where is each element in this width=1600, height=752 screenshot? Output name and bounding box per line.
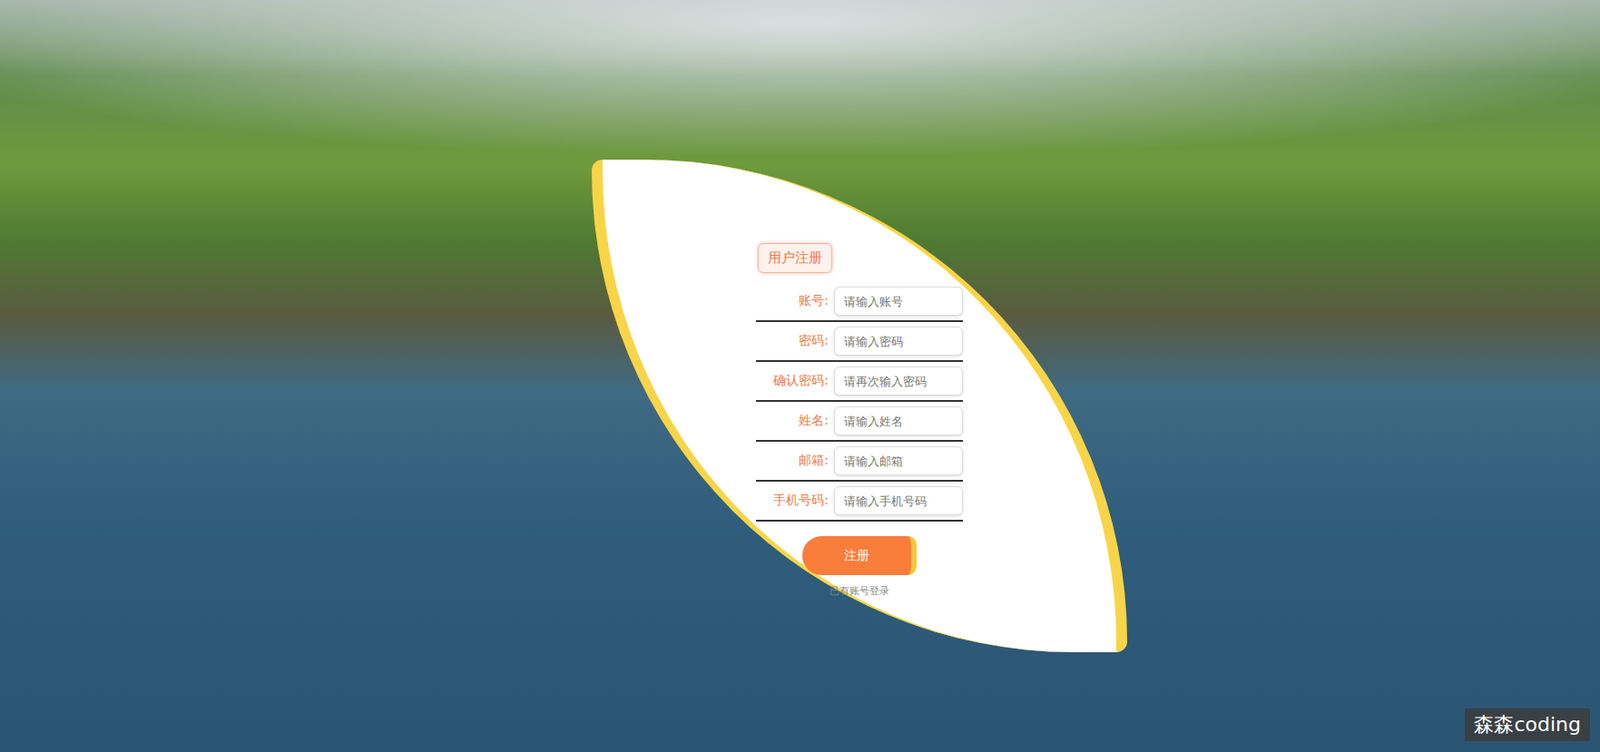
register-form: 账号: 密码: 确认密码: 姓名: 邮箱: 手机号码: — [755, 282, 963, 522]
form-row: 姓名: — [755, 402, 963, 442]
watermark: 森森coding — [1464, 708, 1591, 742]
field-label: 确认密码: — [755, 373, 829, 390]
form-row: 确认密码: — [755, 362, 963, 403]
field-input[interactable] — [834, 366, 963, 396]
form-row: 密码: — [755, 322, 963, 363]
field-input[interactable] — [834, 486, 963, 516]
field-input[interactable] — [834, 406, 963, 436]
field-label: 密码: — [755, 333, 829, 350]
field-label: 账号: — [755, 293, 829, 310]
field-input[interactable] — [834, 446, 963, 476]
field-label: 邮箱: — [755, 452, 829, 470]
register-button[interactable]: 注册 — [802, 536, 917, 576]
form-row: 邮箱: — [755, 441, 963, 482]
form-row: 手机号码: — [755, 481, 963, 522]
register-page: 用户注册账号: 密码: 确认密码: 姓名: 邮箱: 手机号码: 注册已有账号登录森森codi… — [0, 0, 1600, 752]
login-link[interactable]: 已有账号登录 — [829, 584, 890, 599]
form-row: 账号: — [755, 282, 963, 323]
field-input[interactable] — [834, 286, 963, 316]
field-label: 手机号码: — [755, 492, 829, 510]
field-input[interactable] — [834, 326, 963, 356]
field-label: 姓名: — [755, 412, 829, 430]
register-title: 用户注册 — [757, 243, 833, 274]
